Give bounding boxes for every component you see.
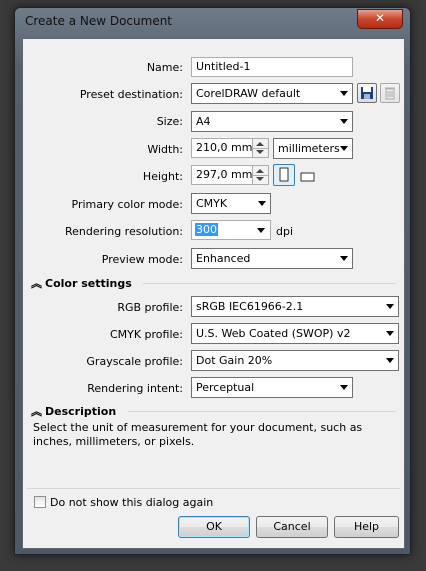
description-title: Description bbox=[45, 405, 117, 418]
grayscale-profile-label: Grayscale profile: bbox=[86, 355, 183, 368]
name-label: Name: bbox=[146, 61, 183, 74]
help-button[interactable]: Help bbox=[334, 516, 399, 538]
color-settings-header[interactable]: ︽ Color settings bbox=[31, 275, 132, 291]
rendering-intent-select[interactable]: Perceptual bbox=[191, 377, 353, 398]
save-preset-button[interactable] bbox=[357, 83, 377, 103]
collapse-icon: ︽ bbox=[31, 405, 42, 418]
grayscale-profile-value: Dot Gain 20% bbox=[196, 354, 273, 367]
width-label: Width: bbox=[147, 143, 183, 156]
landscape-button[interactable] bbox=[298, 166, 318, 186]
preset-value: CorelDRAW default bbox=[196, 87, 301, 100]
chevron-down-icon bbox=[340, 256, 348, 261]
cmyk-profile-value: U.S. Web Coated (SWOP) v2 bbox=[196, 327, 351, 340]
rgb-profile-label: RGB profile: bbox=[117, 301, 183, 314]
resolution-combo[interactable]: 300 bbox=[191, 220, 271, 240]
portrait-icon bbox=[279, 167, 289, 182]
footer-divider bbox=[27, 488, 400, 489]
description-header[interactable]: ︽ Description bbox=[31, 403, 116, 419]
height-spinner[interactable] bbox=[252, 166, 268, 184]
preview-value: Enhanced bbox=[196, 252, 251, 265]
spinner-divider bbox=[253, 175, 268, 176]
dont-show-label: Do not show this dialog again bbox=[50, 496, 214, 509]
collapse-icon: ︽ bbox=[31, 277, 42, 290]
title-bar[interactable]: Create a New Document ✕ bbox=[15, 8, 410, 36]
rendering-intent-value: Perceptual bbox=[196, 381, 255, 394]
close-button[interactable]: ✕ bbox=[357, 9, 403, 29]
delete-preset-button[interactable] bbox=[380, 83, 400, 103]
height-input[interactable]: 297,0 mm bbox=[191, 165, 269, 185]
color-mode-value: CMYK bbox=[196, 197, 228, 210]
window-title: Create a New Document bbox=[25, 14, 173, 28]
resolution-label: Rendering resolution: bbox=[65, 225, 183, 238]
units-value: millimeters bbox=[278, 142, 340, 155]
cancel-button[interactable]: Cancel bbox=[256, 516, 328, 538]
preview-label: Preview mode: bbox=[101, 253, 183, 266]
rendering-intent-label: Rendering intent: bbox=[87, 382, 183, 395]
height-label: Height: bbox=[142, 170, 183, 183]
resolution-unit: dpi bbox=[276, 225, 294, 238]
spin-down-icon bbox=[256, 150, 264, 154]
size-value: A4 bbox=[196, 115, 211, 128]
ok-button[interactable]: OK bbox=[178, 516, 250, 538]
close-icon: ✕ bbox=[374, 11, 386, 25]
spin-down-icon bbox=[256, 177, 264, 181]
dialog-window: Create a New Document ✕ Name: Untitled-1… bbox=[14, 7, 411, 555]
delete-icon bbox=[385, 87, 395, 100]
color-settings-title: Color settings bbox=[45, 277, 132, 290]
resolution-value: 300 bbox=[195, 223, 218, 236]
chevron-down-icon bbox=[340, 385, 348, 390]
chevron-down-icon bbox=[386, 358, 394, 363]
size-label: Size: bbox=[156, 115, 183, 128]
save-icon bbox=[361, 87, 373, 99]
dialog-client: Name: Untitled-1 Preset destination: Cor… bbox=[22, 38, 405, 549]
cmyk-profile-select[interactable]: U.S. Web Coated (SWOP) v2 bbox=[191, 323, 399, 344]
name-input[interactable]: Untitled-1 bbox=[191, 57, 353, 77]
dont-show-checkbox[interactable] bbox=[34, 496, 46, 508]
size-select[interactable]: A4 bbox=[191, 111, 353, 132]
spin-up-icon bbox=[256, 169, 264, 173]
grayscale-profile-select[interactable]: Dot Gain 20% bbox=[191, 350, 399, 371]
spinner-divider bbox=[253, 148, 268, 149]
description-text: Select the unit of measurement for your … bbox=[33, 421, 363, 448]
color-mode-label: Primary color mode: bbox=[71, 198, 184, 211]
section-divider bbox=[143, 283, 396, 284]
preview-select[interactable]: Enhanced bbox=[191, 248, 353, 269]
chevron-down-icon bbox=[340, 91, 348, 96]
color-mode-select[interactable]: CMYK bbox=[191, 193, 271, 214]
width-spinner[interactable] bbox=[252, 139, 268, 157]
chevron-down-icon bbox=[340, 146, 348, 151]
height-value: 297,0 mm bbox=[196, 168, 253, 181]
preset-select[interactable]: CorelDRAW default bbox=[191, 83, 353, 104]
rgb-profile-value: sRGB IEC61966-2.1 bbox=[196, 300, 304, 313]
units-select[interactable]: millimeters bbox=[273, 138, 353, 159]
chevron-down-icon bbox=[386, 331, 394, 336]
chevron-down-icon bbox=[386, 304, 394, 309]
width-input[interactable]: 210,0 mm bbox=[191, 138, 269, 158]
portrait-button[interactable] bbox=[273, 164, 295, 186]
section-divider bbox=[128, 411, 396, 412]
chevron-down-icon bbox=[257, 228, 265, 233]
chevron-down-icon bbox=[340, 119, 348, 124]
spin-up-icon bbox=[256, 142, 264, 146]
preset-label: Preset destination: bbox=[79, 88, 183, 101]
width-value: 210,0 mm bbox=[196, 141, 253, 154]
landscape-icon bbox=[300, 172, 315, 182]
rgb-profile-select[interactable]: sRGB IEC61966-2.1 bbox=[191, 296, 399, 317]
cmyk-profile-label: CMYK profile: bbox=[109, 328, 183, 341]
chevron-down-icon bbox=[258, 201, 266, 206]
